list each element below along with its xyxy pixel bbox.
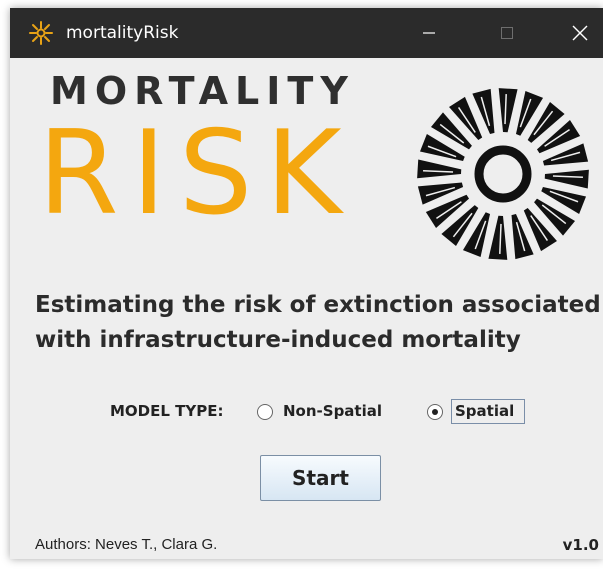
subtitle-line-2: with infrastructure-induced mortality: [35, 327, 521, 353]
sunburst-icon: [28, 20, 54, 46]
radio-spatial[interactable]: [427, 404, 443, 420]
window-title: mortalityRisk: [66, 23, 179, 43]
radio-non-spatial-label[interactable]: Non-Spatial: [283, 402, 382, 420]
authors-text: Authors: Neves T., Clara G.: [35, 536, 218, 553]
radio-non-spatial[interactable]: [257, 404, 273, 420]
logo-mortality-text: MORTALITY: [50, 69, 355, 113]
model-type-label: MODEL TYPE:: [110, 402, 224, 420]
subtitle-line-1: Estimating the risk of extinction associ…: [35, 292, 601, 318]
close-icon[interactable]: [557, 8, 603, 58]
title-bar[interactable]: mortalityRisk: [10, 8, 603, 58]
minimize-icon[interactable]: [406, 8, 452, 58]
radio-spatial-label[interactable]: Spatial: [455, 402, 514, 420]
radial-burst-icon: [414, 85, 592, 263]
app-subtitle: Estimating the risk of extinction associ…: [35, 288, 603, 358]
start-button[interactable]: Start: [260, 455, 381, 501]
logo-risk-text: RISK: [38, 106, 355, 241]
app-window: mortalityRisk MORTALITY RISK Estimating …: [10, 8, 603, 559]
version-label: v1.0: [562, 536, 599, 554]
radio-selected-dot: [432, 409, 438, 415]
maximize-icon[interactable]: [484, 8, 530, 58]
